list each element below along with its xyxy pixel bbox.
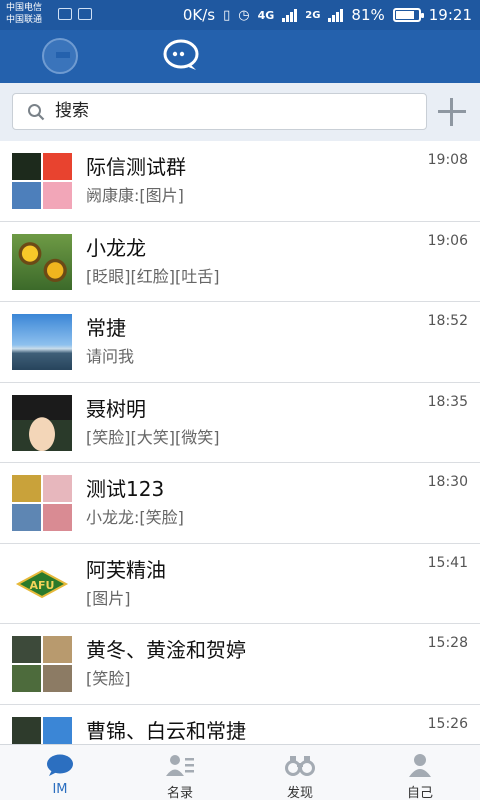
conversation-preview: [眨眼][红脸][吐舌] <box>86 266 220 286</box>
conversation-item[interactable]: 黄冬、黄淦和贺婷 [笑脸] 15:28 <box>0 624 480 705</box>
battery-fill <box>395 11 414 19</box>
svg-text:AFU: AFU <box>30 579 55 592</box>
contacts-icon <box>166 755 194 776</box>
carrier-1: 中国电信 <box>6 3 43 13</box>
tab-label: IM <box>52 782 68 797</box>
status-right: 0K/s ▯ ◷ 4G 2G 81% 19:21 <box>183 5 472 25</box>
group-avatar <box>12 475 72 531</box>
battery-percent: 81% <box>351 6 385 24</box>
user-avatar <box>12 233 72 290</box>
conversation-name: 黄冬、黄淦和贺婷 <box>86 638 246 662</box>
tab-label: 自己 <box>406 786 433 800</box>
clock: 19:21 <box>428 6 472 24</box>
carrier-2: 中国联通 <box>6 15 43 25</box>
search-input[interactable] <box>55 94 415 129</box>
conversation-preview: 请问我 <box>86 347 135 366</box>
add-button[interactable] <box>438 98 466 126</box>
conversation-time: 18:35 <box>427 393 468 410</box>
tab-me[interactable]: 自己 <box>360 745 480 800</box>
person-icon <box>409 754 431 777</box>
group-avatar <box>12 716 72 744</box>
chat-bubble-icon <box>47 754 73 776</box>
conversation-name: 际信测试群 <box>86 155 186 179</box>
afu-logo: AFU <box>15 569 69 598</box>
notification-icon <box>58 8 72 20</box>
conversation-item[interactable]: 聂树明 [笑脸][大笑][微笑] 18:35 <box>0 382 480 463</box>
network-speed: 0K/s <box>182 6 216 24</box>
conversation-preview: 小龙龙:[笑脸] <box>86 508 184 527</box>
conversation-item[interactable]: 小龙龙 [眨眼][红脸][吐舌] 19:06 <box>0 221 480 302</box>
conversation-preview: [笑脸][大笑][微笑] <box>86 427 220 447</box>
search-icon <box>28 104 45 121</box>
battery-icon <box>392 8 424 22</box>
binoculars-icon <box>285 756 315 776</box>
conversation-list: 际信测试群 阙康康:[图片] 19:08 小龙龙 [眨眼][红脸][吐舌] 19… <box>0 141 480 744</box>
conversation-time: 15:26 <box>427 715 468 732</box>
search-box[interactable] <box>12 93 427 130</box>
notification-icons <box>58 8 92 20</box>
conversation-name: 聂树明 <box>86 396 146 421</box>
user-avatar <box>12 314 72 370</box>
conversation-time: 19:08 <box>427 152 468 168</box>
conversation-name: 小龙龙 <box>86 235 146 260</box>
conversation-name: 曹锦、白云和常捷 <box>86 718 246 743</box>
conversation-name: 阿芙精油 <box>86 557 166 582</box>
user-avatar <box>12 394 72 451</box>
conversation-preview: 阙康康:[图片] <box>86 186 184 205</box>
signal-icon-2 <box>328 8 344 22</box>
status-bar: 中国电信 中国联通 0K/s ▯ ◷ 4G 2G 81% 19:21 <box>0 0 480 30</box>
carrier-labels: 中国电信 中国联通 <box>6 2 42 26</box>
conversation-name: 测试123 <box>86 477 165 501</box>
conversation-name: 常捷 <box>86 316 126 340</box>
top-nav <box>0 30 480 83</box>
conversation-time: 15:41 <box>427 554 468 571</box>
tab-label: 名录 <box>166 786 193 800</box>
search-bar <box>0 83 480 141</box>
signal-icon-1 <box>282 8 298 22</box>
conversation-item[interactable]: 常捷 请问我 18:52 <box>0 302 480 383</box>
app-logo-tab[interactable] <box>42 38 78 74</box>
conversation-time: 15:28 <box>427 635 468 651</box>
conversation-preview: [笑脸] <box>86 669 131 688</box>
tab-discover[interactable]: 发现 <box>240 745 360 800</box>
tab-im[interactable]: IM <box>0 745 120 800</box>
vibrate-icon: ▯ <box>223 7 231 23</box>
conversation-item[interactable]: 际信测试群 阙康康:[图片] 19:08 <box>0 141 480 222</box>
tab-directory[interactable]: 名录 <box>120 745 240 800</box>
conversation-time: 18:30 <box>427 474 468 490</box>
group-avatar <box>12 636 72 692</box>
conversation-item[interactable]: 测试123 小龙龙:[笑脸] 18:30 <box>0 463 480 544</box>
group-avatar <box>12 153 72 209</box>
network-type-2: 2G <box>305 9 321 21</box>
conversation-time: 19:06 <box>427 232 468 249</box>
tab-label: 发现 <box>286 786 313 800</box>
conversation-preview: [图片] <box>86 588 131 608</box>
bottom-tab-bar: IM 名录 发现 自己 <box>0 744 480 800</box>
network-type-1: 4G <box>257 8 275 22</box>
alarm-icon: ◷ <box>238 7 250 23</box>
chat-tab-icon[interactable] <box>162 38 200 72</box>
brand-logo: AFU <box>12 556 72 612</box>
image-notification-icon <box>78 8 92 20</box>
conversation-item[interactable]: 曹锦、白云和常捷 15:26 <box>0 704 480 744</box>
conversation-time: 18:52 <box>427 313 468 329</box>
conversation-item[interactable]: AFU 阿芙精油 [图片] 15:41 <box>0 543 480 624</box>
